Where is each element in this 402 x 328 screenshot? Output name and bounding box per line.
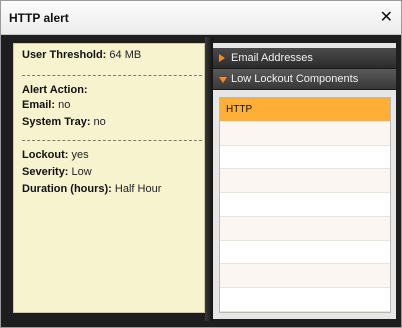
severity-value: Low bbox=[71, 166, 92, 178]
list-item[interactable] bbox=[220, 288, 390, 312]
system-tray-label: System Tray: bbox=[22, 116, 91, 128]
list-item[interactable] bbox=[220, 264, 390, 288]
alert-action-heading: Alert Action: bbox=[22, 84, 88, 96]
list-item[interactable] bbox=[220, 169, 390, 193]
list-item[interactable] bbox=[220, 241, 390, 265]
threshold-row: User Threshold: 64 MB bbox=[22, 49, 141, 61]
list-item[interactable] bbox=[220, 216, 390, 241]
dialog-title: HTTP alert bbox=[9, 11, 69, 25]
duration-label: Duration (hours): bbox=[22, 183, 112, 195]
accordion-header-label: Email Addresses bbox=[231, 52, 313, 64]
system-tray-row: System Tray: no bbox=[22, 116, 106, 128]
dialog-titlebar: HTTP alert ✕ bbox=[1, 1, 401, 35]
threshold-label: User Threshold: bbox=[22, 49, 107, 61]
email-row: Email: no bbox=[22, 99, 70, 111]
alert-summary-panel: User Threshold: 64 MB Alert Action: Emai… bbox=[13, 43, 205, 313]
list-item[interactable]: HTTP bbox=[220, 98, 390, 122]
severity-label: Severity: bbox=[22, 166, 69, 178]
list-item[interactable] bbox=[220, 121, 390, 146]
duration-row: Duration (hours): Half Hour bbox=[22, 183, 161, 195]
separator bbox=[22, 75, 202, 76]
email-value: no bbox=[58, 99, 71, 111]
alert-dialog: HTTP alert ✕ User Threshold: 64 MB Alert… bbox=[0, 0, 402, 328]
alert-action-label: Alert Action: bbox=[22, 84, 88, 96]
accordion-panel: Email Addresses Low Lockout Components H… bbox=[213, 43, 396, 319]
list-item[interactable] bbox=[220, 193, 390, 217]
close-icon[interactable]: ✕ bbox=[380, 7, 393, 27]
accordion-low-lockout-components[interactable]: Low Lockout Components bbox=[213, 69, 396, 90]
lockout-value: yes bbox=[71, 149, 89, 161]
system-tray-value: no bbox=[93, 116, 106, 128]
separator bbox=[22, 140, 202, 141]
list-item[interactable] bbox=[220, 146, 390, 170]
lockout-label: Lockout: bbox=[22, 149, 69, 161]
severity-row: Severity: Low bbox=[22, 166, 92, 178]
threshold-value: 64 MB bbox=[109, 49, 142, 61]
email-label: Email: bbox=[22, 99, 56, 111]
panel-divider bbox=[205, 37, 213, 321]
accordion-header-label: Low Lockout Components bbox=[231, 73, 359, 85]
accordion-email-addresses[interactable]: Email Addresses bbox=[213, 48, 396, 69]
components-list[interactable]: HTTP bbox=[219, 97, 391, 313]
lockout-row: Lockout: yes bbox=[22, 149, 89, 161]
arrow-down-icon bbox=[219, 77, 227, 83]
arrow-right-icon bbox=[219, 54, 225, 62]
duration-value: Half Hour bbox=[114, 183, 162, 195]
